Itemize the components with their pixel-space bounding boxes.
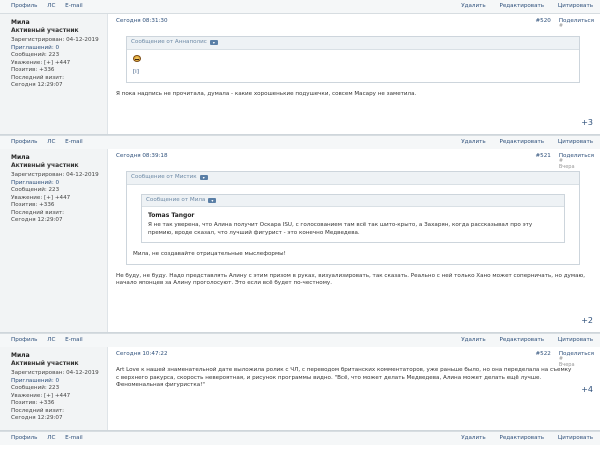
- author-respect: Уважение: [+] +447: [11, 59, 71, 66]
- author-rank: Активный участник: [11, 360, 79, 368]
- post-date[interactable]: Сегодня 08:39:18: [116, 153, 168, 161]
- share-note: Вчера: [558, 163, 575, 170]
- profile-link[interactable]: Профиль: [11, 139, 37, 145]
- quote-header: Сообщение от Мистик ▾: [127, 172, 579, 185]
- author-registered: Зарегистрирован: 04-12-2019: [11, 370, 99, 377]
- author-name[interactable]: Мила: [11, 352, 101, 360]
- post-text: Art Love к нашей знаменательной дате выл…: [116, 367, 572, 389]
- delete-link[interactable]: Удалить: [461, 3, 485, 9]
- author-last-visit: Сегодня 12:29:07: [11, 217, 63, 224]
- post-text: Не буду, не буду. Надо представлять Алин…: [116, 272, 586, 287]
- quote-link[interactable]: Цитировать: [558, 435, 593, 441]
- delete-link[interactable]: Удалить: [461, 139, 485, 145]
- quote-text: Мила, не создавайте отрицательные мыслеф…: [133, 251, 286, 258]
- post-actions-bar: Профиль ЛС E-mail Удалить Редактировать …: [0, 135, 600, 149]
- post-content: Сегодня 08:31:30 #520 Поделиться # Сообщ…: [108, 14, 600, 134]
- author-panel: Мила Активный участник Зарегистрирован: …: [0, 14, 108, 134]
- post-date[interactable]: Сегодня 08:31:30: [116, 18, 168, 26]
- author-registered: Зарегистрирован: 04-12-2019: [11, 172, 99, 179]
- author-last-visit: Сегодня 12:29:07: [11, 415, 63, 422]
- post-content: Сегодня 10:47:22 #522 Поделиться # Вчера…: [108, 347, 600, 430]
- pm-link[interactable]: ЛС: [47, 435, 55, 441]
- post-text: Я пока надпись не прочитала, думала - ка…: [116, 90, 417, 97]
- expand-quote-icon[interactable]: ▾: [208, 197, 217, 203]
- email-link[interactable]: E-mail: [65, 337, 83, 343]
- quote-image-link[interactable]: [i]: [133, 69, 573, 77]
- share-link[interactable]: Поделиться: [559, 153, 594, 159]
- rating-plus[interactable]: +2: [581, 316, 593, 327]
- author-name[interactable]: Мила: [11, 154, 101, 162]
- nested-quote-author: Сообщение от Мила: [146, 196, 206, 203]
- pm-link[interactable]: ЛС: [47, 337, 55, 343]
- nested-quote-text: Я не так уверена, что Алина получит Оска…: [148, 222, 533, 236]
- pm-link[interactable]: ЛС: [47, 3, 55, 9]
- author-messages: Сообщений: 223: [11, 187, 60, 194]
- post-actions-bar: Профиль ЛС E-mail Удалить Редактировать …: [0, 0, 600, 14]
- author-respect: Уважение: [+] +447: [11, 194, 71, 201]
- forum-post: Мила Активный участник Зарегистрирован: …: [0, 347, 600, 431]
- author-name[interactable]: Мила: [11, 19, 101, 27]
- author-positive: Позитив: +336: [11, 400, 55, 407]
- author-rank: Активный участник: [11, 162, 79, 170]
- forum-post: Мила Активный участник Зарегистрирован: …: [0, 14, 600, 135]
- author-messages: Сообщений: 223: [11, 385, 60, 392]
- email-link[interactable]: E-mail: [65, 139, 83, 145]
- quote-link[interactable]: Цитировать: [558, 139, 593, 145]
- post-actions-bar: Профиль ЛС E-mail Удалить Редактировать …: [0, 333, 600, 347]
- author-positive: Позитив: +336: [11, 67, 55, 74]
- post-number[interactable]: #521: [535, 153, 550, 161]
- author-last-visit-label: Последний визит:: [11, 209, 64, 216]
- post-number[interactable]: #520: [535, 18, 550, 26]
- profile-link[interactable]: Профиль: [11, 3, 37, 9]
- quote-author: Сообщение от Аннаполис: [131, 39, 207, 45]
- author-respect: Уважение: [+] +447: [11, 392, 71, 399]
- author-last-visit-label: Последний визит:: [11, 74, 64, 81]
- edit-link[interactable]: Редактировать: [499, 139, 544, 145]
- edit-link[interactable]: Редактировать: [499, 337, 544, 343]
- author-last-visit-label: Последний визит:: [11, 407, 64, 414]
- share-link[interactable]: Поделиться: [559, 18, 594, 24]
- author-messages: Сообщений: 223: [11, 52, 60, 59]
- post-number[interactable]: #522: [535, 351, 550, 359]
- email-link[interactable]: E-mail: [65, 3, 83, 9]
- rating-plus[interactable]: +4: [581, 385, 593, 396]
- author-rank: Активный участник: [11, 27, 79, 35]
- quote-link[interactable]: Цитировать: [558, 337, 593, 343]
- nested-quote-block: Сообщение от Мила ▾ Tomas Tangor Я не та…: [141, 193, 565, 244]
- author-panel: Мила Активный участник Зарегистрирован: …: [0, 149, 108, 332]
- smiley-icon: [133, 54, 141, 62]
- post-actions-bar: Профиль ЛС E-mail Удалить Редактировать …: [0, 431, 600, 445]
- delete-link[interactable]: Удалить: [461, 337, 485, 343]
- delete-link[interactable]: Удалить: [461, 435, 485, 441]
- profile-link[interactable]: Профиль: [11, 337, 37, 343]
- author-registered: Зарегистрирован: 04-12-2019: [11, 37, 99, 44]
- author-last-visit: Сегодня 12:29:07: [11, 82, 63, 89]
- quote-link[interactable]: Цитировать: [558, 3, 593, 9]
- post-date[interactable]: Сегодня 10:47:22: [116, 351, 168, 359]
- edit-link[interactable]: Редактировать: [499, 3, 544, 9]
- quote-author: Сообщение от Мистик: [131, 174, 197, 180]
- edit-link[interactable]: Редактировать: [499, 435, 544, 441]
- profile-link[interactable]: Профиль: [11, 435, 37, 441]
- post-content: Сегодня 08:39:18 #521 Поделиться # Вчера…: [108, 149, 600, 332]
- author-panel: Мила Активный участник Зарегистрирован: …: [0, 347, 108, 430]
- author-positive: Позитив: +336: [11, 202, 55, 209]
- nested-quote-header: Сообщение от Мила ▾: [142, 194, 564, 208]
- rating-plus[interactable]: +3: [581, 118, 593, 129]
- share-hash: #: [558, 23, 564, 30]
- expand-quote-icon[interactable]: ▾: [209, 40, 218, 46]
- quote-block: Сообщение от Аннаполис ▾ [i]: [126, 36, 580, 83]
- pm-link[interactable]: ЛС: [47, 139, 55, 145]
- quote-header: Сообщение от Аннаполис ▾: [127, 37, 579, 50]
- email-link[interactable]: E-mail: [65, 435, 83, 441]
- nested-quote-title: Tomas Tangor: [148, 212, 195, 220]
- quote-block: Сообщение от Мистик ▾ Сообщение от Мила …: [126, 171, 580, 265]
- forum-post: Мила Активный участник Зарегистрирован: …: [0, 149, 600, 333]
- share-link[interactable]: Поделиться: [559, 351, 594, 357]
- expand-quote-icon[interactable]: ▾: [199, 175, 208, 181]
